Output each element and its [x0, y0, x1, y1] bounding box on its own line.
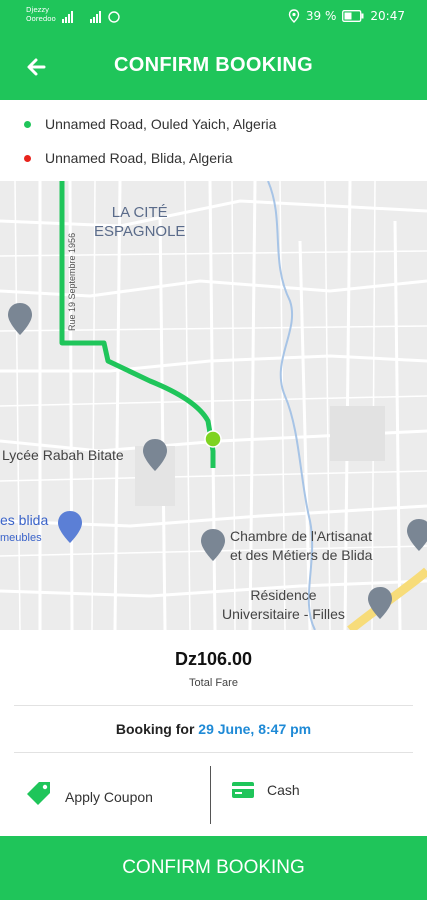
- map-label-district: LA CITÉ ESPAGNOLE: [94, 204, 186, 240]
- map-label-residence: Résidence Universitaire - Filles: [222, 587, 345, 622]
- pickup-dot-icon: [24, 120, 31, 128]
- payment-method-button[interactable]: Cash: [212, 765, 427, 823]
- location-status-icon: [288, 9, 300, 23]
- booking-time: Booking for 29 June, 8:47 pm: [0, 721, 427, 737]
- carrier-name-1: Djezzy: [26, 6, 50, 14]
- confirm-booking-button[interactable]: CONFIRM BOOKING: [0, 836, 427, 900]
- apply-coupon-label: Apply Coupon: [65, 789, 153, 805]
- clock: 20:47: [370, 9, 405, 23]
- fare-label: Total Fare: [189, 677, 238, 689]
- shop-pin-icon: [58, 511, 82, 543]
- app-bar: CONFIRM BOOKING: [0, 34, 427, 100]
- battery-icon: [342, 10, 364, 22]
- tag-icon: [27, 782, 50, 805]
- map-label-chamber: Chambre de l'Artisanat et des Métiers de…: [230, 528, 373, 563]
- fare-amount: Dz106.00: [174, 649, 253, 669]
- map-label-shop: es blida meubles: [0, 512, 49, 544]
- payment-method-label: Cash: [267, 782, 300, 798]
- map-label-street: Rue 19 Septembre 1956: [67, 232, 77, 331]
- booking-datetime: 29 June, 8:47 pm: [198, 721, 312, 737]
- divider: [14, 705, 413, 706]
- apply-coupon-button[interactable]: Apply Coupon: [0, 765, 210, 823]
- options-separator: [210, 766, 211, 824]
- carrier-name-2: Ooredoo: [26, 15, 56, 23]
- battery-percent: 39 %: [305, 9, 337, 23]
- route-map[interactable]: LA CITÉ ESPAGNOLE Rue 19 Septembre 1956 …: [0, 181, 427, 630]
- page-title: CONFIRM BOOKING: [114, 54, 313, 76]
- pickup-address-row[interactable]: Unnamed Road, Ouled Yaich, Algeria: [24, 116, 276, 132]
- dropoff-address: Unnamed Road, Blida, Algeria: [45, 150, 233, 166]
- carrier-info: Djezzy Ooredoo: [26, 6, 56, 24]
- cash-icon: [232, 782, 254, 798]
- status-bar: Djezzy Ooredoo 39 % 20:47: [0, 0, 427, 34]
- booking-prefix: Booking for: [115, 721, 199, 737]
- status-right: 39 % 20:47: [288, 9, 405, 23]
- dropoff-dot-icon: [24, 154, 31, 162]
- pickup-marker-icon: [204, 430, 222, 448]
- signal-strength-icon: [62, 11, 120, 23]
- pickup-address: Unnamed Road, Ouled Yaich, Algeria: [45, 116, 277, 132]
- dropoff-address-row[interactable]: Unnamed Road, Blida, Algeria: [24, 150, 233, 166]
- divider: [14, 752, 413, 753]
- signal-icons: [62, 11, 120, 26]
- map-label-school: Lycée Rabah Bitate: [2, 447, 124, 463]
